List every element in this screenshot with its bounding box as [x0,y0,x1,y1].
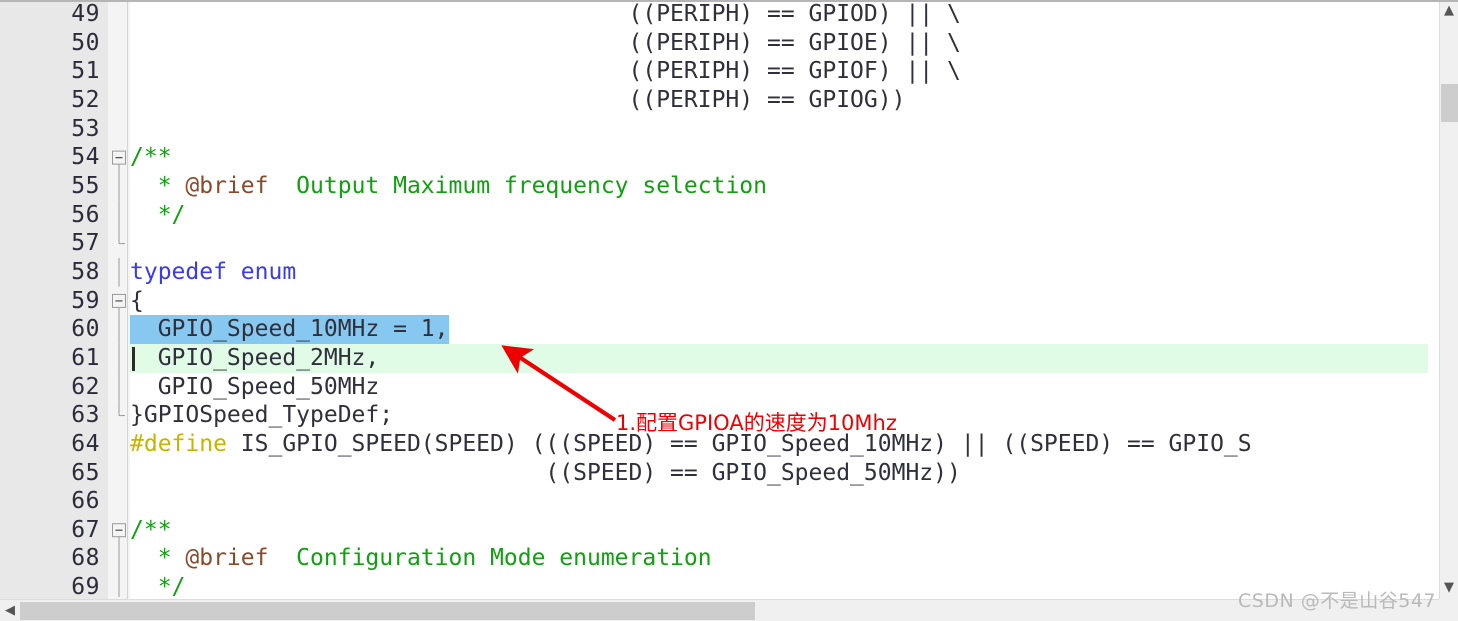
code-line[interactable]: ((PERIPH) == GPIOE) || \ [130,29,1428,58]
code-editor[interactable]: 49 50 51 52 53 54 55 56 57 58 59 60 61 62 63 64 65 66 67 68… [0,0,1458,621]
line-number: 69 [71,574,100,601]
code-token: GPIO_Speed_2MHz, [130,344,380,371]
code-line-text: * @brief Configuration Mode enumeration [130,545,712,571]
code-token: { [130,287,144,314]
code-line[interactable]: * @brief Configuration Mode enumeration [130,544,1428,573]
scrollbar-corner [1439,599,1458,621]
code-line[interactable]: { [130,287,1428,316]
code-line[interactable]: ((PERIPH) == GPIOD) || \ [130,0,1428,29]
line-number: 59 [71,287,100,314]
code-line[interactable] [130,115,1428,144]
code-line-text: ((PERIPH) == GPIOD) || \ [130,1,961,27]
code-token: ((PERIPH) == GPIOD) || \ [130,1,961,27]
code-line[interactable]: */ [130,573,1428,597]
vertical-scrollbar-thumb[interactable] [1441,84,1458,122]
code-line-text: GPIO_Speed_10MHz = 1, [130,315,449,345]
line-number: 66 [71,488,100,515]
line-number: 49 [71,1,100,27]
code-line[interactable]: /** [130,143,1428,172]
code-line-text: */ [130,574,186,597]
code-text-area[interactable]: ((PERIPH) == GPIOD) || \ ((PERIPH) == GP… [130,0,1428,597]
scroll-left-icon[interactable]: ◀ [2,602,18,620]
line-number: 52 [71,86,100,113]
code-token: * [130,545,186,572]
code-line-text: ((PERIPH) == GPIOF) || \ [130,58,961,85]
code-line-text: /** [130,517,172,543]
code-token: */ [130,201,186,228]
line-number: 65 [71,459,100,486]
code-token: /** [130,516,172,543]
code-token: #define [130,430,227,457]
code-token: */ [130,574,186,597]
code-token: }GPIOSpeed_TypeDef; [130,402,394,429]
line-number: 60 [71,316,100,343]
code-token: ((PERIPH) == GPIOG)) [130,86,906,113]
line-number: 68 [71,545,100,572]
horizontal-scrollbar[interactable]: ◀ [0,599,1439,621]
code-token: * [130,172,186,199]
code-line[interactable]: ((SPEED) == GPIO_Speed_50MHz)) [130,459,1428,488]
code-token: /** [130,144,172,171]
code-token: ((SPEED) == GPIO_Speed_50MHz)) [130,459,961,486]
code-line-text: ((PERIPH) == GPIOE) || \ [130,29,961,56]
line-number: 50 [71,29,100,56]
line-number: 63 [71,402,100,429]
code-line-text: GPIO_Speed_50MHz [130,373,380,400]
code-line[interactable]: GPIO_Speed_10MHz = 1, [130,315,1428,345]
code-line-text: */ [130,201,186,228]
code-token: Output Maximum frequency selection [268,172,767,199]
line-number: 51 [71,58,100,85]
code-line[interactable] [130,487,1428,516]
code-line[interactable]: */ [130,201,1428,230]
code-line[interactable]: * @brief Output Maximum frequency select… [130,172,1428,201]
code-line-text: ((PERIPH) == GPIOG)) [130,87,905,113]
code-folding-column[interactable] [108,0,130,597]
code-line-text: ((SPEED) == GPIO_Speed_50MHz)) [130,459,961,486]
code-token: Configuration Mode enumeration [268,545,712,572]
scroll-up-icon[interactable]: ▲ [1440,2,1458,20]
code-line[interactable]: ((PERIPH) == GPIOF) || \ [130,57,1428,86]
code-line-text: typedef enum [130,259,296,285]
code-line[interactable]: /** [130,516,1428,545]
annotation-label: 1.配置GPIOA的速度为10Mhz [616,411,897,435]
text-caret [132,346,135,371]
editor-top-border [0,0,1458,2]
csdn-watermark: CSDN @不是山谷547 [1238,590,1436,612]
code-line[interactable] [130,229,1428,258]
line-number: 64 [71,430,100,457]
horizontal-scrollbar-thumb[interactable] [20,602,755,620]
line-number: 53 [71,115,100,142]
line-number: 55 [71,172,100,199]
code-line-text: GPIO_Speed_2MHz, [130,344,380,371]
code-token: @brief [185,172,269,199]
code-line-text: { [130,288,144,314]
line-number-list: 49 50 51 52 53 54 55 56 57 58 59 60 61 62 63 64 65 66 67 68… [0,0,108,602]
code-line-text: /** [130,144,172,170]
code-token: GPIO_Speed_50MHz [130,373,380,400]
code-line-text: }GPIOSpeed_TypeDef; [130,402,393,428]
code-token: typedef enum [130,258,297,285]
scroll-down-icon[interactable]: ▼ [1440,579,1458,597]
line-number: 62 [71,373,100,400]
vertical-scrollbar[interactable]: ▲ ▼ [1439,0,1458,599]
line-number: 61 [71,344,100,371]
line-number: 58 [71,258,100,285]
code-line[interactable]: ((PERIPH) == GPIOG)) [130,86,1428,115]
line-number: 56 [71,201,100,228]
code-line-text: * @brief Output Maximum frequency select… [130,173,767,199]
selected-text: GPIO_Speed_10MHz = 1, [130,315,449,345]
code-token: ((PERIPH) == GPIOF) || \ [130,58,961,85]
line-number: 54 [71,144,100,171]
code-line[interactable]: typedef enum [130,258,1428,287]
line-number: 67 [71,516,100,543]
code-line[interactable]: GPIO_Speed_50MHz [130,373,1428,402]
code-token: @brief [185,545,269,572]
code-token: ((PERIPH) == GPIOE) || \ [130,29,961,56]
code-line[interactable]: GPIO_Speed_2MHz, [130,343,1428,373]
line-number: 57 [71,230,100,257]
